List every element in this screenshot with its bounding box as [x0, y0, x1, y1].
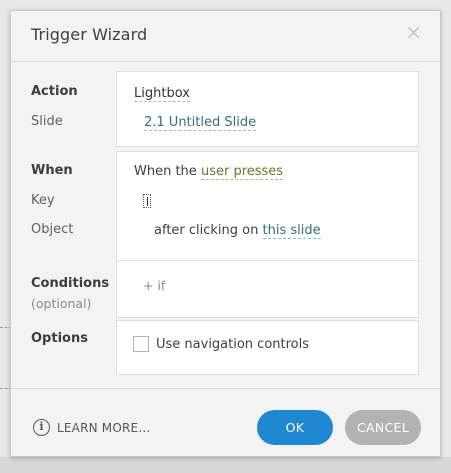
- when-label: When: [31, 163, 73, 178]
- key-label: Key: [31, 193, 55, 208]
- info-circle-icon[interactable]: i: [33, 419, 50, 436]
- action-dropdown[interactable]: Lightbox: [134, 86, 190, 102]
- footer-divider: [11, 388, 440, 389]
- action-panel: Lightbox 2.1 Untitled Slide: [116, 71, 419, 147]
- conditions-optional-label: (optional): [31, 296, 92, 311]
- object-dropdown[interactable]: this slide: [262, 223, 321, 239]
- trigger-wizard-dialog: Trigger Wizard × Action Slide Lightbox 2…: [10, 10, 441, 457]
- when-prefix: When the: [134, 164, 197, 179]
- dialog-titlebar: Trigger Wizard ×: [11, 11, 440, 62]
- options-panel: Use navigation controls: [116, 320, 419, 375]
- when-panel: When the user presses after clicking on …: [116, 151, 419, 268]
- options-label: Options: [31, 331, 88, 346]
- add-condition-button[interactable]: + if: [143, 278, 165, 293]
- cancel-button[interactable]: CANCEL: [345, 410, 421, 445]
- background-strip: [0, 457, 451, 473]
- learn-more-link[interactable]: LEARN MORE...: [57, 421, 150, 435]
- slide-dropdown[interactable]: 2.1 Untitled Slide: [144, 115, 257, 131]
- action-label: Action: [31, 84, 78, 99]
- ok-button[interactable]: OK: [257, 410, 333, 445]
- navigation-controls-checkbox[interactable]: [133, 336, 149, 352]
- event-dropdown[interactable]: user presses: [200, 164, 284, 180]
- object-prefix: after clicking on: [154, 223, 259, 238]
- dialog-title: Trigger Wizard: [31, 25, 148, 44]
- navigation-controls-label[interactable]: Use navigation controls: [156, 337, 309, 352]
- key-input[interactable]: [143, 194, 151, 208]
- close-icon[interactable]: ×: [405, 22, 422, 42]
- object-label: Object: [31, 222, 74, 237]
- slide-label: Slide: [31, 114, 63, 129]
- conditions-panel: + if: [116, 260, 419, 318]
- conditions-label: Conditions: [31, 276, 110, 291]
